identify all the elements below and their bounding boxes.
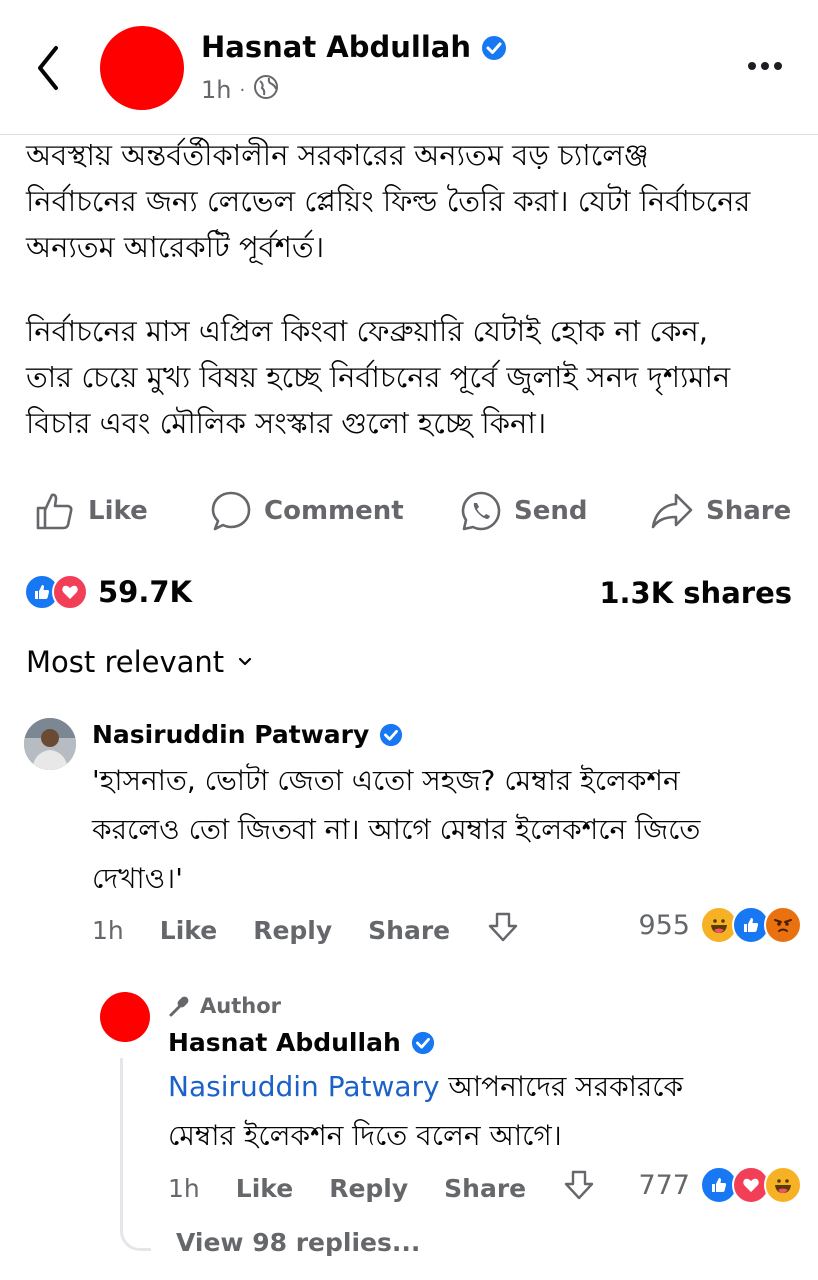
post-line: নির্বাচনের জন্য লেভেল প্লেয়িং ফিল্ড তৈর… (26, 184, 751, 218)
reply-like-button[interactable]: Like (236, 1174, 293, 1203)
meta-separator: · (239, 79, 246, 101)
author-badge: Author (168, 994, 281, 1018)
comment-like-button[interactable]: Like (160, 916, 217, 945)
reply-actions: 1h Like Reply Share (168, 1168, 632, 1208)
comment-reaction-count: 955 (638, 909, 690, 941)
post-paragraph-1: অবস্থায় অন্তর্বর্তীকালীন সরকারের অন্যতম… (26, 132, 750, 270)
reply-author-avatar[interactable] (100, 992, 150, 1042)
comment-reactions[interactable]: 955 (638, 906, 802, 944)
view-replies-link[interactable]: View 98 replies... (176, 1228, 420, 1257)
post-paragraph-2: নির্বাচনের মাস এপ্রিল কিংবা ফেব্রুয়ারি … (26, 308, 730, 446)
like-button[interactable]: Like (34, 488, 148, 534)
author-name[interactable]: Hasnat Abdullah (201, 30, 507, 64)
comment-text: 'হাসনাত, ভোটা জেতা এতো সহজ? মেম্বার ইলেক… (92, 756, 700, 903)
comment-line: দেখাও।' (92, 862, 183, 895)
comment-line: 'হাসনাত, ভোটা জেতা এতো সহজ? মেম্বার ইলেক… (92, 764, 680, 797)
comment-bubble-icon (211, 491, 251, 531)
comment-reply-button[interactable]: Reply (253, 916, 332, 945)
post-line: তার চেয়ে মুখ্য বিষয় হচ্ছে নির্বাচনের প… (26, 360, 731, 394)
mention-link[interactable]: Nasiruddin Patwary (168, 1070, 440, 1103)
author-avatar[interactable] (100, 26, 184, 110)
post-line: অন্যতম আরেকটি পূর্বশর্ত। (26, 230, 325, 264)
reply-author-name-text[interactable]: Hasnat Abdullah (168, 1028, 401, 1057)
reply-time[interactable]: 1h (168, 1174, 200, 1203)
reply-reaction-count: 777 (638, 1169, 690, 1201)
comment-share-button[interactable]: Share (368, 916, 450, 945)
haha-reaction-icon (764, 1166, 802, 1204)
share-button[interactable]: Share (650, 488, 791, 534)
reply-text: Nasiruddin Patwary আপনাদের সরকারকে মেম্ব… (168, 1062, 683, 1160)
share-arrow-icon (651, 493, 693, 529)
reply-line-text: আপনাদের সরকারকে (439, 1070, 684, 1103)
commenter-avatar[interactable] (24, 718, 76, 770)
like-label: Like (88, 496, 148, 526)
more-options-icon[interactable] (748, 62, 782, 70)
post-line: নির্বাচনের মাস এপ্রিল কিংবা ফেব্রুয়ারি … (26, 314, 708, 348)
downvote-icon[interactable] (486, 910, 520, 950)
sort-label: Most relevant (26, 645, 225, 679)
verified-badge-icon (481, 34, 507, 60)
reply-author-name[interactable]: Hasnat Abdullah (168, 1028, 435, 1057)
author-name-text[interactable]: Hasnat Abdullah (201, 30, 471, 64)
post-line: বিচার এবং মৌলিক সংস্কার গুলো হচ্ছে কিনা। (26, 406, 547, 440)
reply-reply-button[interactable]: Reply (329, 1174, 408, 1203)
comment-sort-dropdown[interactable]: Most relevant (26, 645, 252, 679)
commenter-name[interactable]: Nasiruddin Patwary (92, 720, 403, 749)
verified-badge-icon (379, 723, 403, 747)
reaction-count: 59.7K (98, 575, 193, 609)
commenter-name-text[interactable]: Nasiruddin Patwary (92, 720, 369, 749)
send-button[interactable]: Send (460, 488, 587, 534)
angry-reaction-icon (764, 906, 802, 944)
verified-badge-icon (411, 1031, 435, 1055)
reply-thread-line (120, 1058, 151, 1251)
chevron-down-icon (239, 657, 252, 666)
comment-line: করলেও তো জিতবা না। আগে মেম্বার ইলেকশনে জ… (92, 813, 701, 846)
author-label: Author (200, 994, 281, 1018)
downvote-icon[interactable] (562, 1168, 596, 1208)
whatsapp-icon (461, 491, 501, 531)
share-count[interactable]: 1.3K shares (599, 576, 792, 610)
reply-line: Nasiruddin Patwary আপনাদের সরকারকে (168, 1062, 683, 1111)
thumbs-up-icon (36, 493, 73, 530)
send-label: Send (514, 496, 588, 526)
post-time[interactable]: 1h (201, 76, 231, 104)
comment-actions: 1h Like Reply Share (92, 910, 556, 950)
post-meta: 1h · (201, 74, 279, 106)
reply-share-button[interactable]: Share (444, 1174, 526, 1203)
comment-label: Comment (264, 496, 404, 526)
reply-reactions[interactable]: 777 (638, 1166, 802, 1204)
back-arrow-icon[interactable] (30, 42, 70, 94)
globe-icon (253, 74, 279, 106)
reply-line: মেম্বার ইলেকশন দিতে বলেন আগে। (168, 1119, 562, 1152)
post-line: অবস্থায় অন্তর্বর্তীকালীন সরকারের অন্যতম… (26, 138, 649, 172)
share-label: Share (706, 496, 792, 526)
love-reaction-icon (52, 574, 88, 610)
reaction-summary[interactable]: 59.7K (24, 574, 192, 610)
comment-button[interactable]: Comment (210, 488, 404, 534)
comment-time[interactable]: 1h (92, 916, 124, 945)
microphone-icon (169, 996, 189, 1017)
